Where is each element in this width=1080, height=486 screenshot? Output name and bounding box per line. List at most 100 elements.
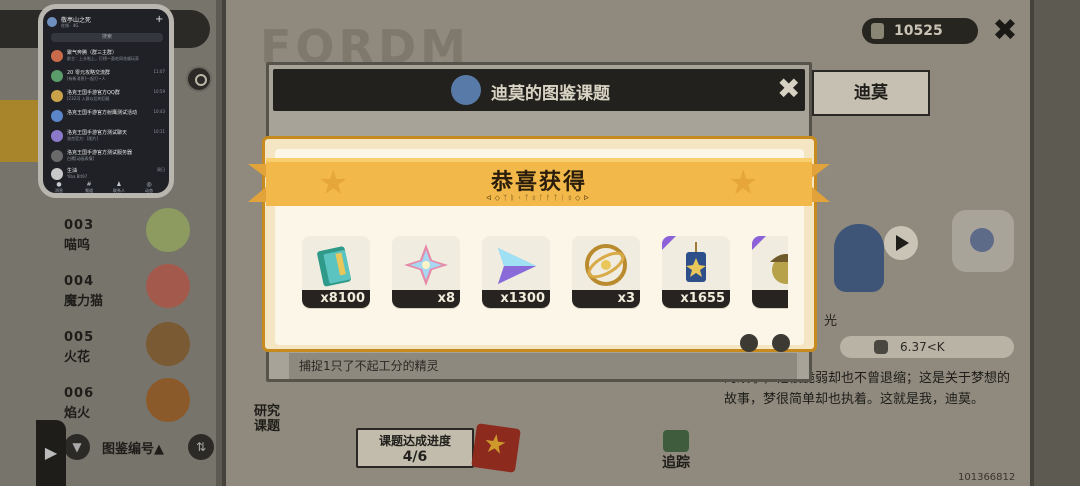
game-screen: 003 喵呜 004 魔力猫 005 火花 006 焰火 ▼ 图鉴编号▲ ⇅ ▶… xyxy=(0,0,1080,486)
reward-item[interactable]: x8 xyxy=(392,236,460,308)
chat-title: 洛克王国手游官方射鹰测试活动 xyxy=(67,110,138,116)
chat-preview: 群主：上头啦上，打榜一直吃同花顺玩家 xyxy=(67,56,139,61)
chat-list-item[interactable]: 20 零元攻略交流群 [有新消息]一起打~人 11:07 xyxy=(49,67,165,87)
element-type: 光 xyxy=(824,314,838,329)
phone-bottom-nav: ● 消息 # 频道 ♟ 联系人 ◎ 动态 xyxy=(45,181,167,195)
reward-item[interactable]: x8100 xyxy=(302,236,370,308)
progress-value: 4/6 xyxy=(402,449,428,465)
chat-list-item[interactable]: 洛克王国手游官方QQ群 [2323] 入群以后的回复 10:59 xyxy=(49,87,165,107)
search-icon[interactable] xyxy=(186,66,212,92)
nav-moments[interactable]: ◎ 动态 xyxy=(137,181,161,195)
character-sprite xyxy=(834,224,884,292)
track-icon xyxy=(663,430,689,452)
nav-contacts[interactable]: ♟ 联系人 xyxy=(107,181,131,195)
avatar xyxy=(47,17,57,27)
character-name-card: 迪莫 xyxy=(812,70,930,116)
avatar xyxy=(51,110,63,122)
page-dot xyxy=(772,334,790,352)
item-quantity: x1655 xyxy=(662,290,730,308)
filter-button[interactable]: ▼ xyxy=(64,434,90,460)
avatar xyxy=(51,150,63,162)
nav-label: 频道 xyxy=(85,188,93,193)
add-icon[interactable]: + xyxy=(155,14,163,25)
chat-title: 聚气奔腾（群三主群） xyxy=(67,50,118,56)
track-button[interactable]: 追踪 xyxy=(656,430,696,471)
pet-portrait-icon xyxy=(146,322,190,366)
weight-value: 6.37<K xyxy=(900,340,945,354)
reward-title: 恭喜获得 xyxy=(490,170,587,195)
chat-title: 洛克王国手游官方测试聊天 xyxy=(67,130,128,136)
topic-progress: 课题达成进度 4/6 xyxy=(356,428,474,468)
pet-portrait-icon xyxy=(146,208,190,252)
pet-portrait-icon xyxy=(146,264,190,308)
chat-title: 洛克王国手游官方QQ群 xyxy=(67,90,120,96)
chat-preview: 洛克官方：[图片] xyxy=(67,136,99,141)
item-quantity: x8100 xyxy=(302,290,370,308)
nav-label: 动态 xyxy=(145,188,153,193)
chat-list-item[interactable]: 洛克王国手游官方射鹰测试活动 10:43 xyxy=(49,107,165,127)
reward-item[interactable]: x3 xyxy=(572,236,640,308)
astrolabe-icon xyxy=(585,244,627,286)
track-label: 追踪 xyxy=(662,455,690,471)
expand-side-tab[interactable]: ▶ xyxy=(36,420,66,486)
user-id: 101366812 xyxy=(958,472,1016,483)
chat-preview: [2323] 入群以后的回复 xyxy=(67,96,110,101)
chat-icon: ● xyxy=(56,181,62,188)
item-quantity: x8 xyxy=(392,290,460,308)
crystal-flower-icon xyxy=(404,244,448,286)
topic-task-row: 捕捉1只了不起工分的精灵 xyxy=(289,353,797,379)
page-dot xyxy=(740,334,758,352)
research-topic-button[interactable]: 研究 课题 xyxy=(254,404,280,434)
chat-preview: Yiba Blt97 xyxy=(67,174,88,179)
nav-messages[interactable]: ● 消息 xyxy=(47,181,71,195)
reward-items-row[interactable]: x8100 x8 x1300 x3 x1655 xyxy=(300,236,788,310)
channel-icon: # xyxy=(86,181,92,188)
nav-label: 联系人 xyxy=(113,188,125,193)
avatar xyxy=(51,90,63,102)
pet-portrait-icon xyxy=(146,378,190,422)
chat-time: 10:11 xyxy=(153,129,165,134)
nav-label: 消息 xyxy=(55,188,63,193)
chat-list-item[interactable]: 洛克王国手游官方测试服务器 白鹰[动画表情] xyxy=(49,147,165,167)
chat-title: 20 零元攻略交流群 xyxy=(67,70,110,76)
chat-title: 洛克王国手游官方测试服务器 xyxy=(67,150,133,156)
search-placeholder: 搜索 xyxy=(101,34,112,40)
sort-toggle-button[interactable]: ⇅ xyxy=(188,434,214,460)
reward-item[interactable]: x1300 xyxy=(482,236,550,308)
chat-preview: 白鹰[动画表情] xyxy=(67,156,95,161)
avatar xyxy=(51,130,63,142)
chat-list-item[interactable]: 聚气奔腾（群三主群） 群主：上头啦上，打榜一直吃同花顺玩家 xyxy=(49,47,165,67)
charm-pendant-icon xyxy=(686,242,706,282)
nav-channels[interactable]: # 频道 xyxy=(77,181,101,195)
sort-label[interactable]: 图鉴编号▲ xyxy=(102,438,164,457)
close-icon[interactable]: ✖ xyxy=(777,73,800,105)
chat-time: 周日 xyxy=(157,167,165,172)
reward-item[interactable]: x1655 xyxy=(662,236,730,308)
star-icon[interactable] xyxy=(471,423,521,473)
camera-button[interactable] xyxy=(952,210,1014,272)
weight-stat: 6.37<K xyxy=(840,336,1014,358)
item-quantity xyxy=(752,290,788,308)
moments-icon: ◎ xyxy=(146,181,152,188)
reward-banner: ★ ★ 恭喜获得 ᐊ◇ᛉᚱᚲᛏᛟᛚᚨᛏᛁᛟ◇ᐅ xyxy=(248,156,830,210)
page-indicator xyxy=(740,334,796,354)
phone-overlay: 敬亭山之死 在线 · 4G + 搜索 聚气奔腾（群三主群） 群主：上头啦上，打榜… xyxy=(38,4,174,198)
close-icon[interactable]: ✖ xyxy=(990,16,1020,46)
avatar xyxy=(51,70,63,82)
acorn-icon xyxy=(770,254,788,284)
currency-amount: 10525 xyxy=(894,23,943,39)
reward-item[interactable] xyxy=(752,236,788,308)
item-quantity: x3 xyxy=(572,290,640,308)
item-quantity: x1300 xyxy=(482,290,550,308)
phone-search-input[interactable]: 搜索 xyxy=(51,33,163,42)
ticket-icon xyxy=(317,246,351,287)
prism-gem-icon xyxy=(498,248,536,284)
reward-subtitle: ᐊ◇ᛉᚱᚲᛏᛟᛚᚨᛏᛁᛟ◇ᐅ xyxy=(486,194,592,202)
chat-list-item[interactable]: 洛克王国手游官方测试聊天 洛克官方：[图片] 10:11 xyxy=(49,127,165,147)
chat-time: 10:43 xyxy=(153,109,165,114)
avatar xyxy=(51,168,63,180)
avatar xyxy=(51,50,63,62)
play-voice-button[interactable] xyxy=(884,226,918,260)
topic-dialog-title: 迪莫的图鉴课题 xyxy=(491,84,610,104)
chat-time: 11:07 xyxy=(153,69,165,74)
